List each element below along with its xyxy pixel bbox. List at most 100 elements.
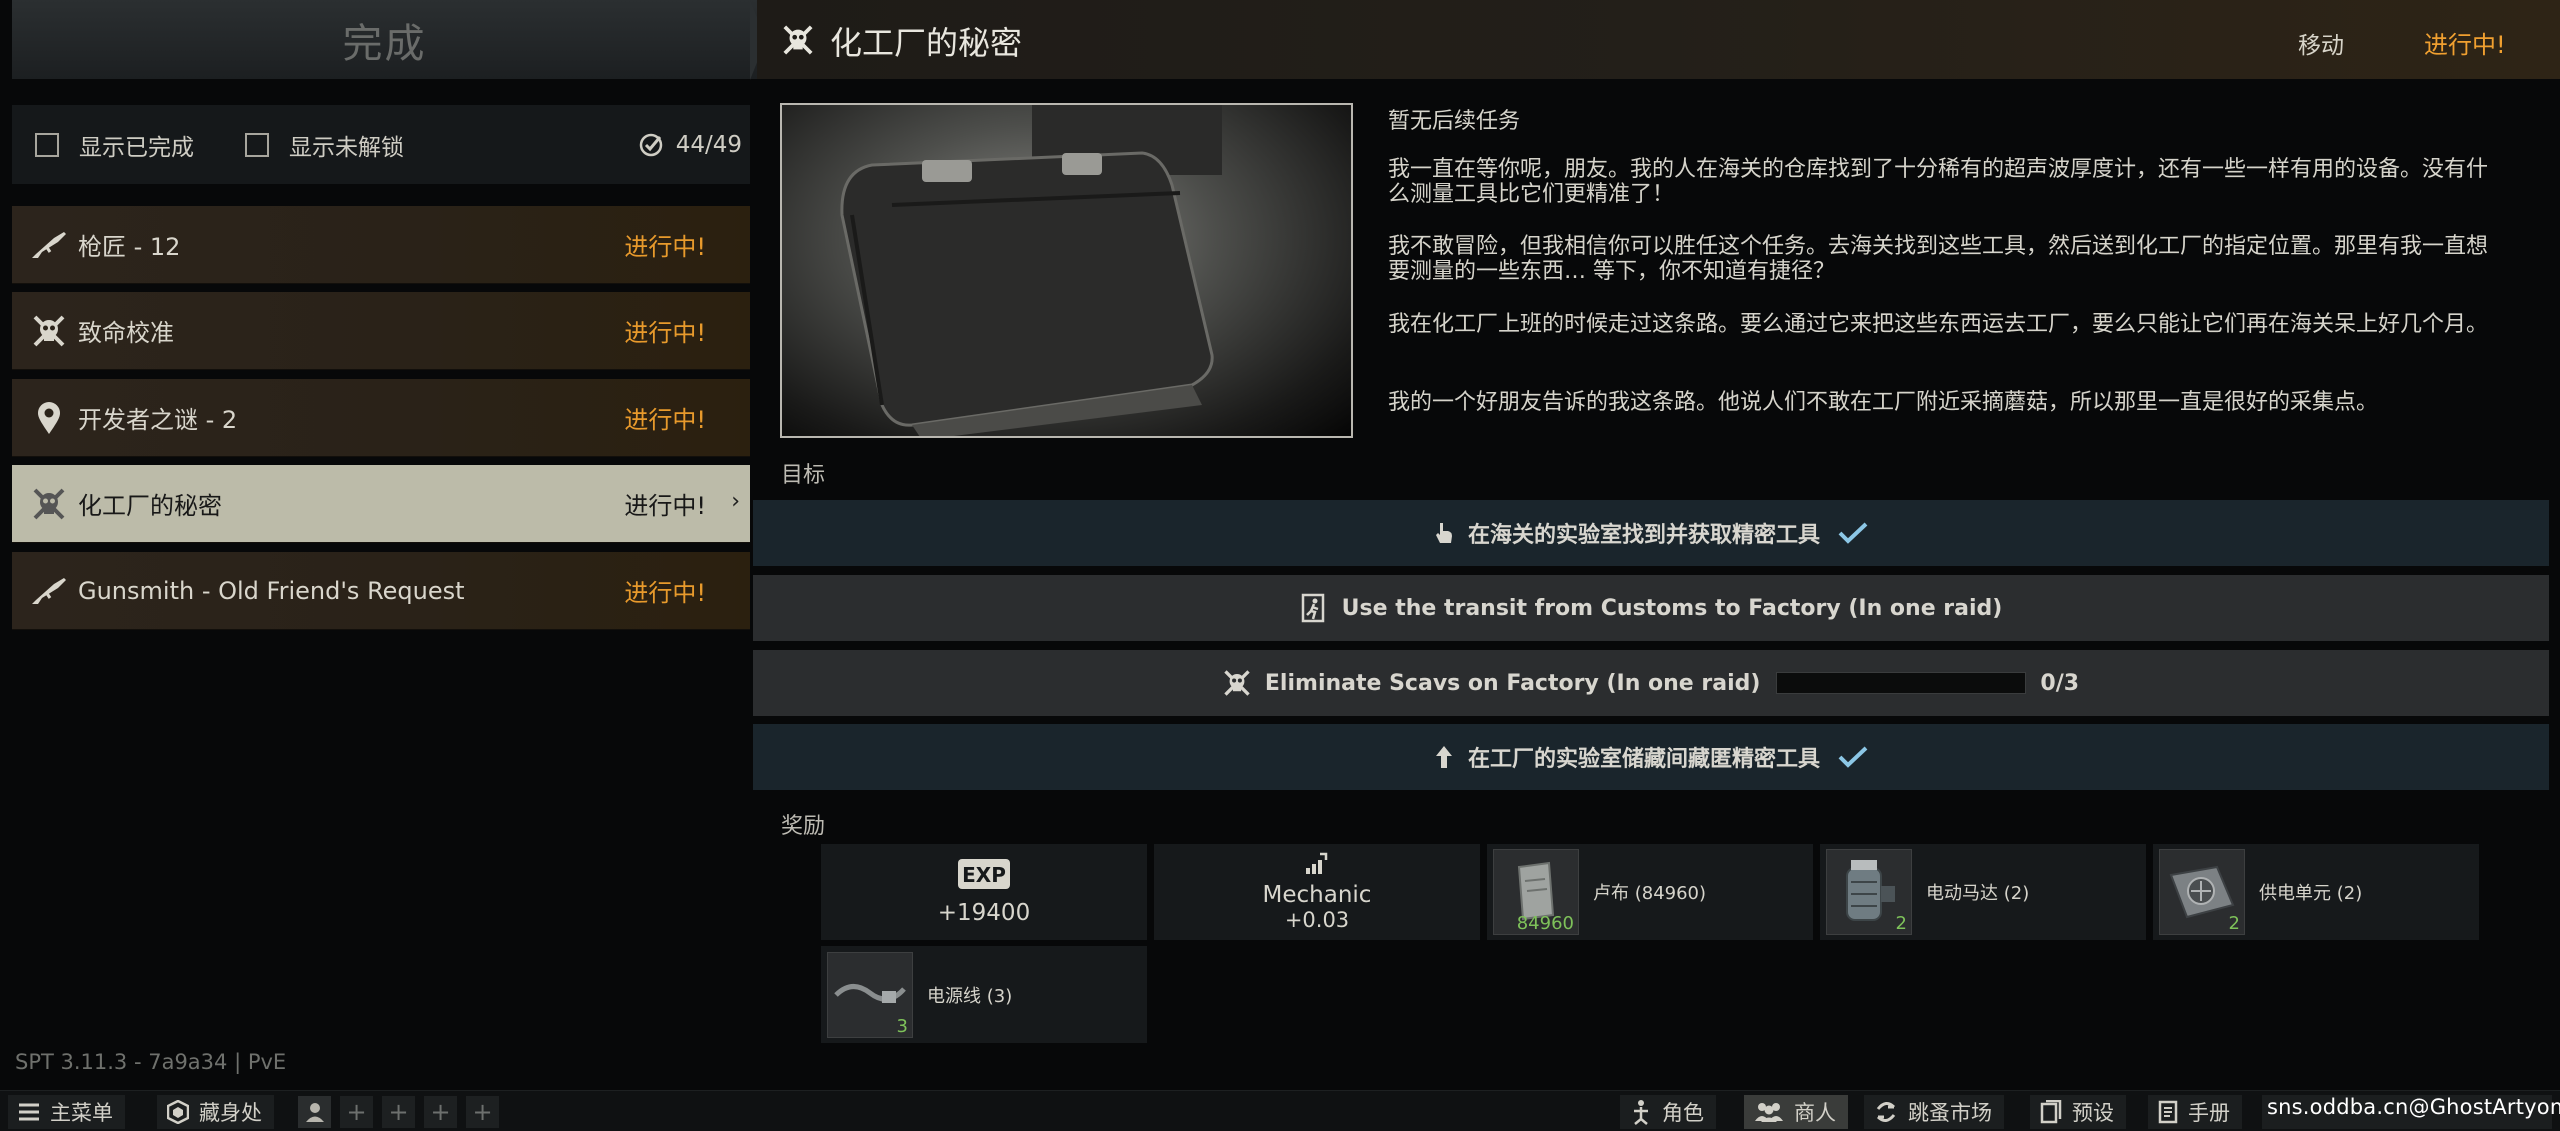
electric-motor-icon: 2 xyxy=(1826,849,1912,935)
check-circle-icon xyxy=(639,133,662,156)
quest-count: 44/49 xyxy=(638,132,742,158)
description-paragraph: 我不敢冒险，但我相信你可以胜任这个任务。去海关找到这些工具，然后送到化工厂的指定… xyxy=(1388,234,2489,284)
quest-header xyxy=(757,0,2560,79)
quest-list-item[interactable]: 致命校准 进行中! xyxy=(12,292,750,370)
empty-preset-slot[interactable]: + xyxy=(466,1096,499,1128)
quest-image xyxy=(780,103,1353,438)
item-quantity: 3 xyxy=(896,1015,908,1037)
quest-status-header: 进行中! xyxy=(2424,31,2506,59)
show-completed-checkbox[interactable] xyxy=(35,132,59,157)
quest-title: 化工厂的秘密 xyxy=(830,24,1023,62)
flea-market-icon xyxy=(1874,1101,1898,1123)
objective-text: Use the transit from Customs to Factory … xyxy=(1341,595,2003,621)
exp-icon: EXP xyxy=(957,858,1011,894)
quest-name: Gunsmith - Old Friend's Request xyxy=(78,576,465,605)
chevron-right-icon: › xyxy=(731,489,740,514)
presets-label: 预设 xyxy=(2072,1101,2114,1125)
exit-door-icon xyxy=(1300,593,1328,623)
quest-status: 进行中! xyxy=(624,233,706,261)
character-label: 角色 xyxy=(1662,1101,1704,1125)
rifle-icon xyxy=(30,226,68,264)
hideout-button[interactable]: 藏身处 xyxy=(157,1095,274,1129)
skull-icon xyxy=(782,24,814,60)
checkmark-icon xyxy=(1838,746,1868,768)
reward-item[interactable]: 84960 卢布 (84960) xyxy=(1487,844,1813,940)
quest-list-item[interactable]: Gunsmith - Old Friend's Request 进行中! xyxy=(12,552,750,630)
plus-icon: + xyxy=(472,1098,493,1126)
item-quantity: 2 xyxy=(2228,913,2240,934)
complete-button[interactable]: 完成 xyxy=(12,0,757,79)
show-locked-label: 显示未解锁 xyxy=(289,134,404,161)
roubles-icon: 84960 xyxy=(1493,849,1579,935)
skull-icon xyxy=(30,312,68,350)
quest-name: 化工厂的秘密 xyxy=(78,492,222,520)
quest-count-value: 44/49 xyxy=(675,131,742,158)
objectives-label: 目标 xyxy=(781,463,826,488)
menu-icon xyxy=(18,1103,40,1121)
objective-row[interactable]: Use the transit from Customs to Factory … xyxy=(753,575,2549,641)
avatar-icon xyxy=(305,1103,324,1122)
handbook-icon xyxy=(2158,1100,2178,1124)
empty-preset-slot[interactable]: + xyxy=(382,1096,415,1128)
presets-button[interactable]: 预设 xyxy=(2030,1095,2126,1129)
hideout-icon xyxy=(167,1100,189,1124)
objective-row[interactable]: 在海关的实验室找到并获取精密工具 xyxy=(753,500,2549,566)
show-completed-filter[interactable]: 显示已完成 xyxy=(35,128,194,162)
watermark-text: sns.oddba.cn@GhostArtyom xyxy=(2267,1095,2560,1119)
arrow-up-icon xyxy=(1434,744,1454,770)
quest-name: 开发者之谜 - 2 xyxy=(78,406,238,434)
plus-icon: + xyxy=(388,1098,409,1126)
traders-label: 商人 xyxy=(1794,1101,1836,1125)
quest-list-item[interactable]: 枪匠 - 12 进行中! xyxy=(12,206,750,284)
checkmark-icon xyxy=(1838,522,1868,544)
reward-exp: EXP +19400 xyxy=(821,844,1147,940)
main-menu-button[interactable]: 主菜单 xyxy=(8,1095,125,1129)
show-locked-checkbox[interactable] xyxy=(245,132,269,157)
move-button[interactable]: 移动 xyxy=(2298,26,2344,60)
item-name: 电动马达 (2) xyxy=(1926,883,2030,904)
reward-item[interactable]: 2 电动马达 (2) xyxy=(1820,844,2146,940)
objective-row[interactable]: 在工厂的实验室储藏间藏匿精密工具 xyxy=(753,724,2549,790)
item-quantity: 84960 xyxy=(1516,913,1574,934)
empty-preset-slot[interactable]: + xyxy=(424,1096,457,1128)
filter-bar: 显示已完成 显示未解锁 44/49 xyxy=(12,105,750,184)
quest-status: 进行中! xyxy=(624,492,706,520)
reward-item[interactable]: 2 供电单元 (2) xyxy=(2153,844,2479,940)
item-name: 电源线 (3) xyxy=(927,985,1013,1007)
character-button[interactable]: 角色 xyxy=(1620,1095,1716,1129)
quest-list-item-selected[interactable]: 化工厂的秘密 进行中! › xyxy=(12,465,750,543)
quest-list-item[interactable]: 开发者之谜 - 2 进行中! xyxy=(12,379,750,457)
item-name: 卢布 (84960) xyxy=(1593,883,1707,904)
plus-icon: + xyxy=(346,1098,367,1126)
handbook-button[interactable]: 手册 xyxy=(2148,1095,2242,1129)
flea-market-button[interactable]: 跳蚤市场 xyxy=(1864,1095,2004,1129)
reward-trader-standing: Mechanic +0.03 xyxy=(1154,844,1480,940)
objective-row[interactable]: Eliminate Scavs on Factory (In one raid)… xyxy=(753,650,2549,716)
show-completed-label: 显示已完成 xyxy=(79,134,194,161)
show-locked-filter[interactable]: 显示未解锁 xyxy=(245,128,404,162)
item-quantity: 2 xyxy=(1895,913,1907,934)
standing-icon xyxy=(1304,852,1330,880)
quest-status: 进行中! xyxy=(624,406,706,434)
version-label: SPT 3.11.3 - 7a9a34 | PvE xyxy=(15,1050,287,1074)
bottom-bar: 主菜单 藏身处 + + + + 角色 商人 跳蚤市场 预设 手册 sns.odd… xyxy=(0,1090,2560,1131)
flea-market-label: 跳蚤市场 xyxy=(1908,1101,1992,1125)
quest-name: 致命校准 xyxy=(78,319,174,347)
traders-icon xyxy=(1754,1101,1784,1123)
objective-text: Eliminate Scavs on Factory (In one raid) xyxy=(1264,670,1761,696)
power-supply-icon: 2 xyxy=(2159,849,2245,935)
main-menu-label: 主菜单 xyxy=(50,1101,113,1125)
trader-standing-value: +0.03 xyxy=(1284,908,1350,932)
empty-preset-slot[interactable]: + xyxy=(340,1096,373,1128)
reward-item[interactable]: 3 电源线 (3) xyxy=(821,946,1147,1043)
traders-button[interactable]: 商人 xyxy=(1744,1095,1848,1129)
complete-label: 完成 xyxy=(342,20,427,67)
no-followup-label: 暂无后续任务 xyxy=(1388,109,1521,134)
quest-status: 进行中! xyxy=(624,319,706,347)
character-preset-slot[interactable] xyxy=(298,1096,331,1128)
description-paragraph: 我的一个好朋友告诉的我这条路。他说人们不敢在工厂附近采摘蘑菇，所以那里一直是很好… xyxy=(1388,390,2379,415)
objective-text: 在工厂的实验室储藏间藏匿精密工具 xyxy=(1467,747,1820,772)
character-icon xyxy=(1630,1099,1652,1125)
item-name: 供电单元 (2) xyxy=(2259,883,2363,904)
description-paragraph: 我在化工厂上班的时候走过这条路。要么通过它来把这些东西运去工厂，要么只能让它们再… xyxy=(1388,312,2489,337)
